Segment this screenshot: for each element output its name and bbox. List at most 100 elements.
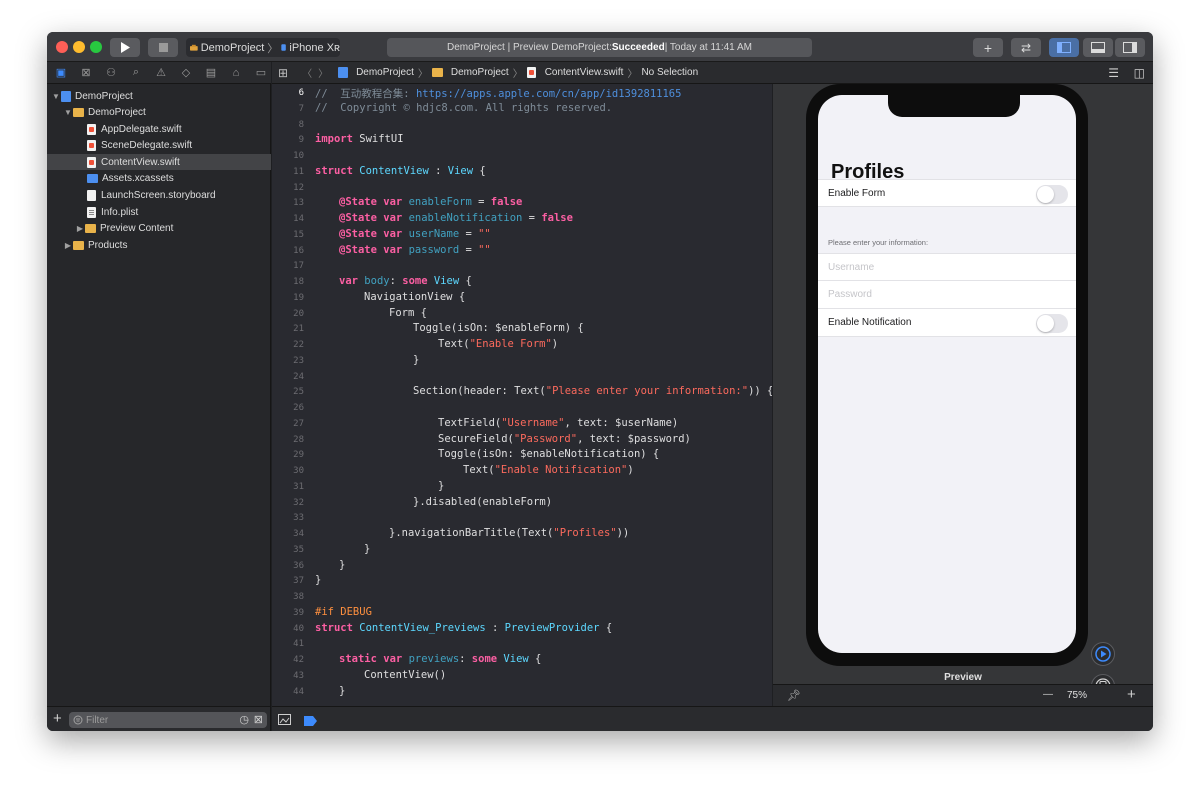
pin-preview-icon[interactable]: 📌︎	[787, 689, 801, 702]
breakpoints-toggle-icon[interactable]	[304, 713, 317, 731]
code-line[interactable]: 35}	[272, 542, 772, 558]
code-line[interactable]: 6 // 互动教程合集: https://apps.apple.com/cn/ap…	[272, 85, 772, 101]
code-line[interactable]: 10	[272, 148, 772, 164]
tree-item-assets[interactable]: Assets.xcassets	[47, 170, 271, 186]
code-line[interactable]: 15 @State var userName = ""	[272, 227, 772, 243]
zoom-in-button[interactable]: +	[1127, 686, 1136, 703]
code-line[interactable]: 18 var body: some View {	[272, 274, 772, 290]
related-items-icon[interactable]: ⊞	[278, 66, 288, 80]
tree-item-infoplist[interactable]: Info.plist	[47, 204, 271, 220]
run-button[interactable]	[110, 38, 140, 57]
code-line[interactable]: 20 Form {	[272, 306, 772, 322]
password-field[interactable]: Password	[818, 281, 1076, 309]
disclosure-open-icon[interactable]: ▼	[63, 108, 73, 117]
breadcrumb-item[interactable]: ContentView.swift	[545, 67, 624, 78]
live-preview-button[interactable]	[1091, 642, 1115, 666]
code-line[interactable]: 28 SecureField("Password", text: $passwor…	[272, 432, 772, 448]
code-line[interactable]: 14 @State var enableNotification = false	[272, 211, 772, 227]
code-line[interactable]: 32}.disabled(enableForm)	[272, 495, 772, 511]
disclosure-open-icon[interactable]: ▼	[51, 92, 61, 101]
code-line[interactable]: 37}	[272, 573, 772, 589]
code-line[interactable]: 34}.navigationBarTitle(Text("Profiles"))	[272, 526, 772, 542]
breakpoint-navigator-icon[interactable]: ⌂	[228, 67, 244, 79]
find-navigator-icon[interactable]: ⌕	[128, 66, 144, 79]
breadcrumb-item[interactable]: No Selection	[641, 67, 698, 78]
disclosure-closed-icon[interactable]: ▶	[75, 224, 85, 233]
close-window-button[interactable]	[56, 41, 68, 53]
code-line[interactable]: 8	[272, 117, 772, 133]
tree-item-scenedelegate[interactable]: SceneDelegate.swift	[47, 137, 271, 153]
toggle-navigator-button[interactable]	[1049, 38, 1079, 57]
tree-item-appdelegate[interactable]: AppDelegate.swift	[47, 121, 271, 137]
code-line[interactable]: 19 NavigationView {	[272, 290, 772, 306]
breadcrumb-item[interactable]: DemoProject	[451, 67, 509, 78]
tree-item-products[interactable]: ▶ Products	[47, 237, 271, 253]
debug-navigator-icon[interactable]: ▤	[203, 66, 219, 79]
code-line[interactable]: 27 TextField("Username", text: $userName)	[272, 416, 772, 432]
recent-files-icon[interactable]: ◷	[239, 713, 249, 726]
code-line[interactable]: 29 Toggle(isOn: $enableNotification) {	[272, 447, 772, 463]
tree-item-contentview[interactable]: ContentView.swift	[47, 154, 271, 170]
scm-filter-icon[interactable]: ⊠	[254, 713, 263, 726]
code-line[interactable]: 24	[272, 369, 772, 385]
tree-item-group-demoproject[interactable]: ▼ DemoProject	[47, 104, 271, 120]
code-line[interactable]: 23}	[272, 353, 772, 369]
library-button[interactable]: +	[973, 38, 1003, 57]
issue-navigator-icon[interactable]: ⚠	[153, 66, 169, 79]
zoom-out-button[interactable]: —	[1043, 689, 1053, 700]
code-line[interactable]: 43 ContentView()	[272, 668, 772, 684]
zoom-window-button[interactable]	[90, 41, 102, 53]
code-line[interactable]: 39 #if DEBUG	[272, 605, 772, 621]
code-line[interactable]: 22 Text("Enable Form")	[272, 337, 772, 353]
tree-item-preview-content[interactable]: ▶ Preview Content	[47, 220, 271, 236]
code-line[interactable]: 25 Section(header: Text("Please enter you…	[272, 384, 772, 400]
code-line[interactable]: 38	[272, 589, 772, 605]
disclosure-closed-icon[interactable]: ▶	[63, 241, 73, 250]
code-line[interactable]: 30 Text("Enable Notification")	[272, 463, 772, 479]
source-control-navigator-icon[interactable]: ⊠	[78, 66, 94, 79]
code-line[interactable]: 36}	[272, 558, 772, 574]
back-button[interactable]: 〈	[302, 65, 312, 80]
stop-button[interactable]	[148, 38, 178, 57]
code-line[interactable]: 11 struct ContentView : View {	[272, 164, 772, 180]
code-line[interactable]: 9 import SwiftUI	[272, 132, 772, 148]
enable-notification-toggle[interactable]	[1036, 314, 1068, 333]
forward-button[interactable]: 〉	[318, 65, 328, 80]
code-line[interactable]: 17	[272, 258, 772, 274]
code-line[interactable]: 44}	[272, 684, 772, 700]
toggle-inspector-button[interactable]	[1115, 38, 1145, 57]
code-line[interactable]: 42 static var previews: some View {	[272, 652, 772, 668]
add-file-button[interactable]: +	[53, 710, 62, 727]
filter-input[interactable]: Filter ◷ ⊠	[69, 712, 267, 728]
line-number: 25	[293, 387, 304, 398]
code-line[interactable]: 31}	[272, 479, 772, 495]
code-line[interactable]: 41	[272, 636, 772, 652]
minimize-window-button[interactable]	[73, 41, 85, 53]
code-line[interactable]: 13 @State var enableForm = false	[272, 195, 772, 211]
canvas-toggle-icon[interactable]	[278, 712, 291, 730]
code-line[interactable]: 16 @State var password = ""	[272, 243, 772, 259]
code-line[interactable]: 40 struct ContentView_Previews : PreviewP…	[272, 621, 772, 637]
symbol-navigator-icon[interactable]: ⚇	[103, 66, 119, 79]
username-field[interactable]: Username	[818, 253, 1076, 281]
code-line[interactable]: 26	[272, 400, 772, 416]
code-line[interactable]: 7 // Copyright © hdjc8.com. All rights re…	[272, 101, 772, 117]
enable-notification-row[interactable]: Enable Notification	[818, 309, 1076, 337]
code-line[interactable]: 12	[272, 180, 772, 196]
source-editor[interactable]: 6 // 互动教程合集: https://apps.apple.com/cn/ap…	[272, 84, 772, 706]
code-line[interactable]: 21 Toggle(isOn: $enableForm) {	[272, 321, 772, 337]
code-review-button[interactable]: ⇄	[1011, 38, 1041, 57]
tree-item-launchscreen[interactable]: LaunchScreen.storyboard	[47, 187, 271, 203]
test-navigator-icon[interactable]: ◇	[178, 66, 194, 79]
tree-item-project[interactable]: ▼ DemoProject	[47, 88, 271, 104]
toggle-debug-area-button[interactable]	[1083, 38, 1113, 57]
enable-form-toggle[interactable]	[1036, 185, 1068, 204]
report-navigator-icon[interactable]: ▭	[253, 66, 269, 79]
scheme-selector[interactable]: DemoProject 〉 iPhone Xʀ	[186, 38, 340, 57]
code-line[interactable]: 33	[272, 510, 772, 526]
breadcrumb-item[interactable]: DemoProject	[356, 67, 414, 78]
add-editor-icon[interactable]: ◫	[1134, 66, 1145, 80]
enable-form-row[interactable]: Enable Form	[818, 179, 1076, 207]
editor-options-icon[interactable]: ☰	[1108, 66, 1119, 80]
project-navigator-icon[interactable]: ▣	[53, 66, 69, 79]
